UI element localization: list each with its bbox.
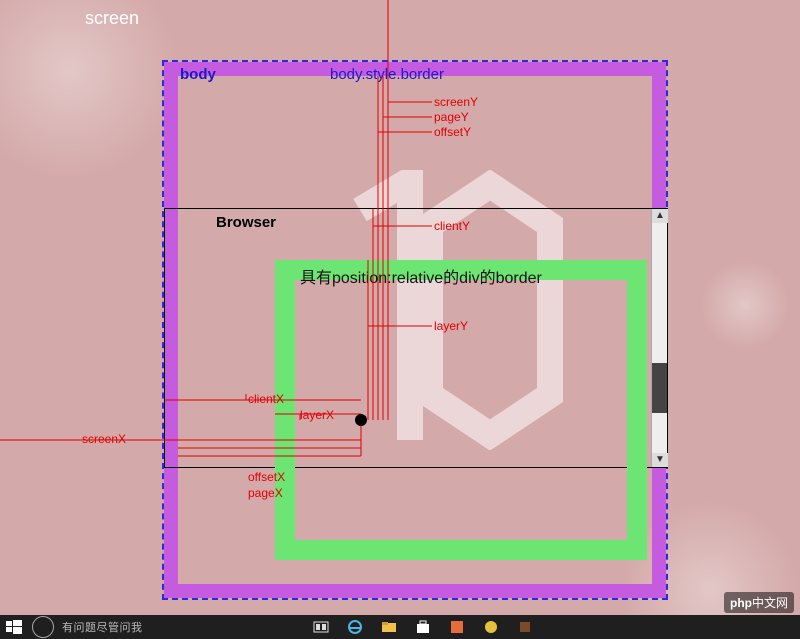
lens-flare	[700, 260, 790, 350]
task-view-icon	[313, 619, 329, 635]
label-layerX: layerX	[300, 408, 334, 422]
edge-icon	[347, 619, 363, 635]
label-pageX: pageX	[248, 486, 283, 500]
label-clientY: clientY	[434, 219, 470, 233]
site-watermark: phpphp中文网中文网	[724, 592, 794, 613]
start-button[interactable]	[0, 615, 28, 639]
cortana-hint[interactable]: 有问题尽管问我	[62, 619, 143, 635]
explorer-button[interactable]	[381, 619, 397, 635]
store-icon	[415, 619, 431, 635]
screen-area: screen body body.style.border ▲ ▼ Browse…	[0, 0, 800, 639]
app-button-1[interactable]	[449, 619, 465, 635]
app-button-2[interactable]	[483, 619, 499, 635]
mouse-point	[355, 414, 367, 426]
label-screenY: screenY	[434, 95, 478, 109]
scroll-down-arrow[interactable]: ▼	[652, 453, 668, 467]
app3-icon	[517, 619, 533, 635]
explorer-icon	[381, 619, 397, 635]
body-label: body	[180, 66, 216, 83]
label-screenX: screenX	[82, 432, 126, 446]
relative-div-label: 具有position:relative的div的border	[300, 264, 542, 288]
label-offsetX: offsetX	[248, 470, 285, 484]
app2-icon	[483, 619, 499, 635]
label-clientX: clientX	[248, 392, 284, 406]
label-pageY: pageY	[434, 110, 469, 124]
system-tray[interactable]	[788, 615, 800, 639]
taskbar: 有问题尽管问我	[0, 615, 800, 639]
start-icon	[6, 619, 22, 635]
app1-icon	[449, 619, 465, 635]
store-button[interactable]	[415, 619, 431, 635]
browser-label: Browser	[216, 214, 276, 231]
label-layerY: layerY	[434, 319, 468, 333]
app-button-3[interactable]	[517, 619, 533, 635]
scroll-thumb[interactable]	[652, 363, 667, 413]
label-offsetY: offsetY	[434, 125, 471, 139]
screen-label: screen	[85, 8, 139, 29]
scroll-up-arrow[interactable]: ▲	[652, 209, 668, 223]
cortana-button[interactable]	[32, 616, 54, 638]
scroll-track[interactable]	[652, 223, 667, 453]
edge-button[interactable]	[347, 619, 363, 635]
scrollbar[interactable]: ▲ ▼	[651, 209, 667, 467]
task-view-button[interactable]	[313, 619, 329, 635]
body-border-label: body.style.border	[330, 66, 444, 83]
